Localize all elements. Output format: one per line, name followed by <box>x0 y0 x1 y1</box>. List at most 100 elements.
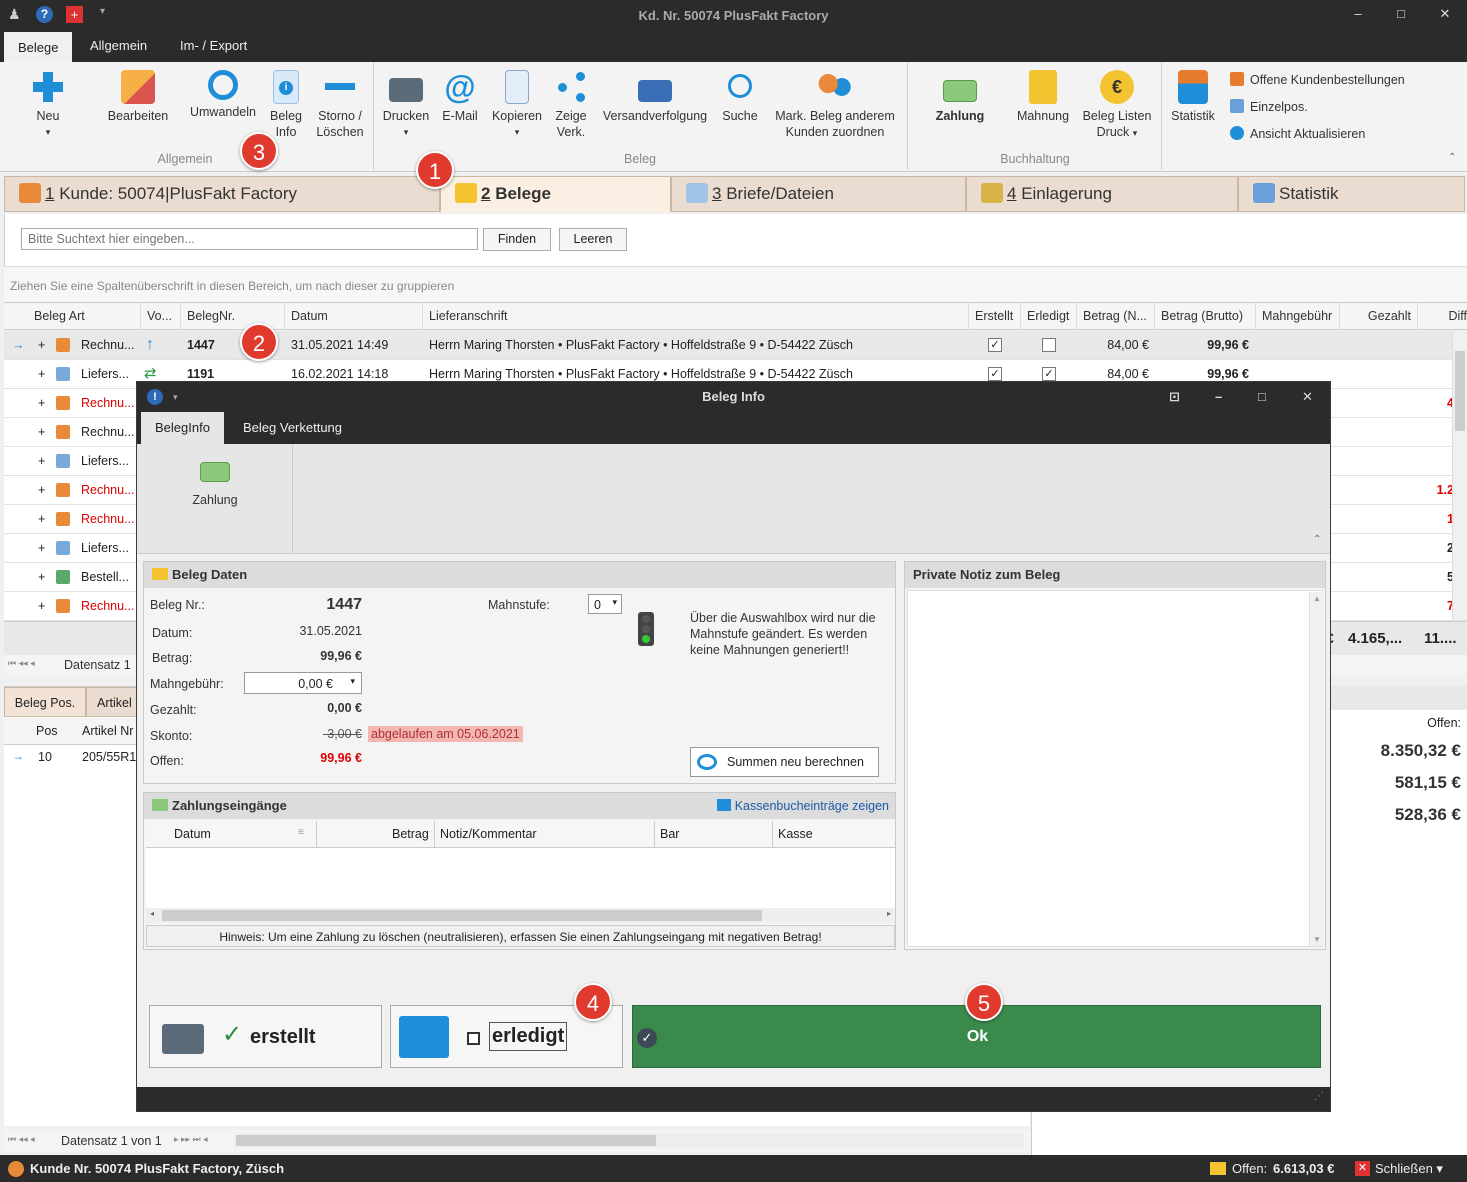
einzelpos-button[interactable]: Einzelpos. <box>1230 99 1308 114</box>
expand-icon[interactable]: + <box>38 360 45 388</box>
tab-kunde[interactable]: 1 Kunde: 50074|PlusFakt Factory <box>4 176 440 212</box>
col-datum[interactable]: Datum <box>285 303 423 330</box>
col-betrag-netto[interactable]: Betrag (N... <box>1077 303 1155 330</box>
erledigt-checkbox[interactable] <box>1042 338 1056 352</box>
bearbeiten-button[interactable]: Bearbeiten <box>104 70 172 124</box>
close-icon[interactable]: ✕ <box>1302 382 1313 412</box>
nav-next-icon[interactable]: ▸ ▸▸ ⏭ ◂ <box>174 1134 208 1145</box>
kassenbuch-link[interactable]: Kassenbucheinträge zeigen <box>716 799 889 813</box>
expand-icon[interactable]: + <box>38 534 45 562</box>
nav-first-icon[interactable]: ⏮ ◂◂ ◂ <box>8 658 35 669</box>
resize-grip-icon[interactable]: ⋰ <box>1314 1091 1324 1102</box>
collapse-ribbon-icon[interactable]: ⌃ <box>1448 152 1456 163</box>
clear-button[interactable]: Leeren <box>559 228 627 251</box>
col-diff[interactable]: Diff <box>1418 303 1467 330</box>
col-mahngebuehr[interactable]: Mahngebühr <box>1256 303 1340 330</box>
nav-first-icon[interactable]: ⏮ ◂◂ ◂ <box>8 1134 35 1145</box>
scrollbar-thumb[interactable] <box>236 1135 656 1146</box>
tab-allgemein[interactable]: Allgemein <box>76 30 161 62</box>
tab-beleg-verkettung[interactable]: Beleg Verkettung <box>229 412 356 444</box>
expand-icon[interactable]: + <box>38 592 45 620</box>
col-vorgang[interactable]: Vo... <box>141 303 181 330</box>
dialog-menu-dropdown-icon[interactable]: ▾ <box>173 382 178 412</box>
kopieren-button[interactable]: Kopieren ▾ <box>488 70 546 140</box>
suche-button[interactable]: Suche <box>718 70 762 124</box>
horizontal-scrollbar[interactable] <box>234 1133 1024 1148</box>
scrollbar-thumb[interactable] <box>162 910 762 921</box>
statistik-button[interactable]: Statistik <box>1166 70 1220 124</box>
group-panel[interactable]: Ziehen Sie eine Spaltenüberschrift in di… <box>4 266 1467 302</box>
zahlung-button[interactable]: Zahlung <box>926 70 994 124</box>
zahlungen-hscroll[interactable]: ◂ ▸ <box>146 908 895 923</box>
neu-button[interactable]: Neu ▾ <box>24 70 72 140</box>
erstellt-button[interactable]: ✓ erstellt <box>149 1005 382 1068</box>
beleg-listen-druck-button[interactable]: € Beleg Listen Druck ▾ <box>1080 70 1154 141</box>
erledigt-checkbox[interactable] <box>467 1032 480 1045</box>
notiz-scrollbar[interactable]: ▲ ▼ <box>1309 592 1323 946</box>
umwandeln-button[interactable]: Umwandeln <box>186 70 260 120</box>
tab-beleg-pos[interactable]: Beleg Pos. <box>4 687 86 717</box>
tab-einlagerung[interactable]: 4 Einlagerung <box>966 176 1238 212</box>
tab-belege[interactable]: Belege <box>4 30 73 62</box>
expand-icon[interactable]: + <box>38 331 45 359</box>
collapse-ribbon-icon[interactable]: ⌃ <box>1313 534 1321 545</box>
tab-beleginfo[interactable]: BelegInfo <box>141 412 224 444</box>
ansicht-aktualisieren-button[interactable]: Ansicht Aktualisieren <box>1230 126 1365 141</box>
schliessen-button[interactable]: Schließen ▾ <box>1375 1155 1443 1182</box>
col-kasse[interactable]: Kasse <box>778 827 813 841</box>
email-button[interactable]: @ E-Mail <box>438 70 482 124</box>
expand-icon[interactable]: + <box>38 505 45 533</box>
mark-beleg-button[interactable]: Mark. Beleg anderem Kunden zuordnen <box>768 70 902 140</box>
expand-icon[interactable]: + <box>38 389 45 417</box>
restore-icon[interactable]: ⊡ <box>1169 382 1180 412</box>
col-beleg-art[interactable]: Beleg Art <box>28 303 141 330</box>
dialog-zahlung-button[interactable]: Zahlung <box>181 456 249 508</box>
expand-icon[interactable]: + <box>38 563 45 591</box>
col-artikel-nr[interactable]: Artikel Nr <box>82 724 133 738</box>
expand-icon[interactable]: + <box>38 476 45 504</box>
col-erledigt[interactable]: Erledigt <box>1021 303 1077 330</box>
table-row[interactable]: → + Rechnu... ↑ 1447 31.05.2021 14:49 He… <box>4 331 1467 360</box>
storno-button[interactable]: Storno / Löschen <box>312 70 368 140</box>
record-counter: Datensatz 1 <box>64 658 131 672</box>
private-notiz-textarea[interactable] <box>907 590 1323 947</box>
col-bar[interactable]: Bar <box>660 827 679 841</box>
mahnstufe-dropdown[interactable]: 0 ▾ <box>588 594 622 614</box>
versandverfolgung-button[interactable]: Versandverfolgung <box>598 70 712 124</box>
offene-kundenbestellungen-button[interactable]: Offene Kundenbestellungen <box>1230 72 1405 87</box>
beleg-info-button[interactable]: i Beleg Info <box>266 70 306 140</box>
erledigt-checkbox[interactable]: ✓ <box>1042 367 1056 381</box>
col-pos[interactable]: Pos <box>36 724 58 738</box>
tab-import-export[interactable]: Im- / Export <box>166 30 261 62</box>
col-gezahlt[interactable]: Gezahlt <box>1340 303 1418 330</box>
expand-icon[interactable]: + <box>38 447 45 475</box>
erstellt-checkbox[interactable]: ✓ <box>988 367 1002 381</box>
zahlungen-grid-body[interactable] <box>146 848 895 908</box>
col-erstellt[interactable]: Erstellt <box>969 303 1021 330</box>
col-lieferanschrift[interactable]: Lieferanschrift <box>423 303 969 330</box>
close-icon[interactable]: ✕ <box>1435 6 1455 24</box>
erstellt-checkbox[interactable]: ✓ <box>988 338 1002 352</box>
minimize-icon[interactable]: – <box>1215 382 1222 412</box>
expand-icon[interactable]: + <box>38 418 45 446</box>
close-red-icon[interactable]: ✕ <box>1355 1161 1370 1176</box>
maximize-icon[interactable]: □ <box>1258 382 1266 412</box>
grid-scrollbar[interactable] <box>1452 331 1467 620</box>
mahngebuehr-dropdown[interactable]: 0,00 € ▾ <box>244 672 362 694</box>
scrollbar-thumb[interactable] <box>1455 351 1465 431</box>
zeige-verk-button[interactable]: Zeige Verk. <box>550 70 592 140</box>
col-betrag-brutto[interactable]: Betrag (Brutto) <box>1155 303 1256 330</box>
col-betrag[interactable]: Betrag <box>392 827 429 841</box>
drucken-button[interactable]: Drucken ▾ <box>380 70 432 140</box>
col-datum[interactable]: Datum <box>174 827 211 841</box>
find-button[interactable]: Finden <box>483 228 551 251</box>
tab-belege-docs[interactable]: 2 Belege <box>440 176 671 212</box>
tab-statistik[interactable]: Statistik <box>1238 176 1465 212</box>
tab-briefe[interactable]: 3 Briefe/Dateien <box>671 176 966 212</box>
maximize-icon[interactable]: □ <box>1391 6 1411 24</box>
col-notiz[interactable]: Notiz/Kommentar <box>440 827 537 841</box>
search-input[interactable] <box>21 228 478 250</box>
summen-neu-berechnen-button[interactable]: Summen neu berechnen <box>690 747 879 777</box>
minimize-icon[interactable]: – <box>1348 6 1368 24</box>
mahnung-button[interactable]: Mahnung <box>1012 70 1074 124</box>
